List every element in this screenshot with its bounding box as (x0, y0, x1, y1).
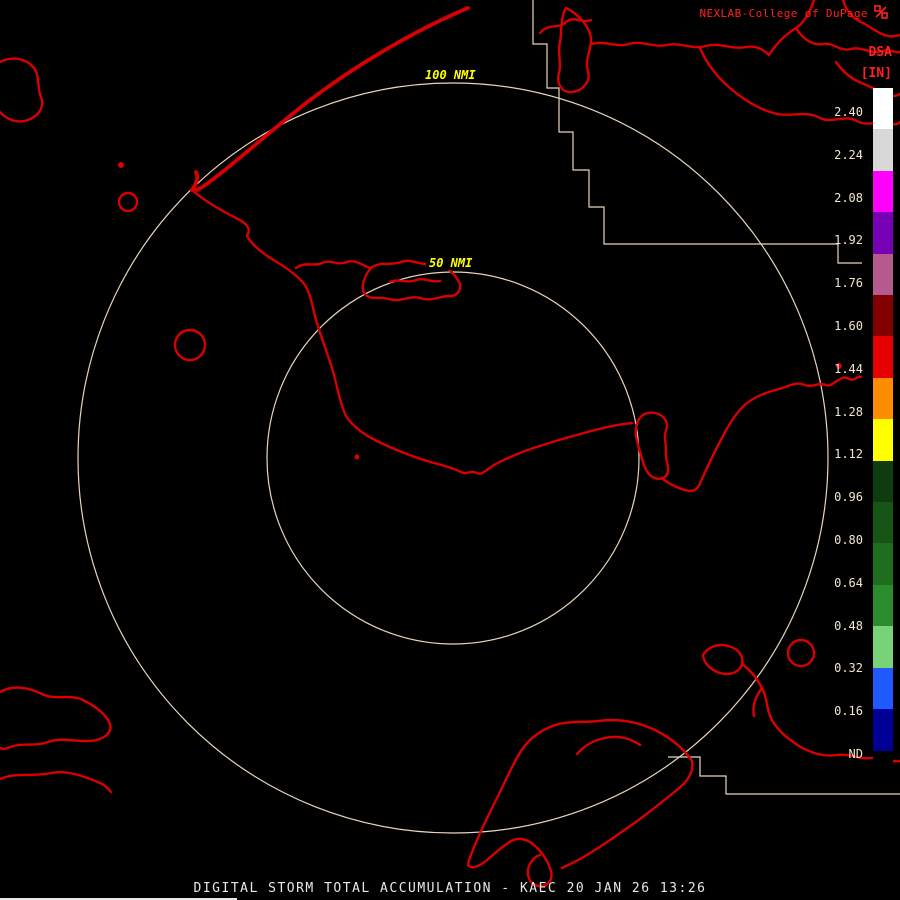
radar-display: 100 NMI 50 NMI NEXLAB-College of DuPage … (0, 0, 900, 900)
colorbar-tick-label: 0.64 (834, 576, 863, 590)
units-label: [IN] (861, 63, 892, 84)
coastline-north-arc (192, 8, 468, 190)
colorbar-tick-label: 2.40 (834, 105, 863, 119)
colorbar-cell (873, 254, 893, 295)
colorbar-tick-label: 0.80 (834, 533, 863, 547)
lake-outline-large (175, 330, 205, 360)
range-ring-50-label: 50 NMI (426, 256, 475, 270)
nexlab-logo-icon (874, 5, 888, 22)
river-top-2 (592, 43, 769, 55)
zone-boundary-line-north (533, 0, 862, 263)
colorbar-tick-label: 2.24 (834, 148, 863, 162)
colorbar-tick-label: 1.92 (834, 233, 863, 247)
brand-text: NEXLAB-College of DuPage (699, 7, 868, 20)
colorbar-cell (873, 751, 893, 792)
colorbar-cell (873, 171, 893, 212)
colorbar-cell (873, 709, 893, 750)
coastline-bottomleft-2 (0, 772, 111, 792)
colorbar-tick-label: 0.32 (834, 661, 863, 675)
colorbar-cell (873, 461, 893, 502)
header-brand-row: NEXLAB-College of DuPage (699, 5, 888, 22)
lake-outline-small (119, 193, 137, 211)
color-scale-bar (873, 88, 893, 792)
colorbar-tick-label: 0.96 (834, 490, 863, 504)
range-ring-100-label: 100 NMI (422, 68, 479, 82)
colorbar-cell (873, 336, 893, 377)
colorbar-cell (873, 378, 893, 419)
colorbar-cell (873, 419, 893, 460)
color-scale-labels: 2.40 2.24 2.08 1.92 1.76 1.60 1.44 1.28 1.12 0.96… (819, 105, 863, 761)
colorbar-cell (873, 585, 893, 626)
colorbar-tick-label: 2.08 (834, 191, 863, 205)
range-ring-100 (78, 83, 828, 833)
colorbar-cell (873, 502, 893, 543)
colorbar-tick-label: 0.48 (834, 619, 863, 633)
product-meta: DSA [IN] (861, 42, 892, 84)
colorbar-tick-label: ND (849, 747, 863, 761)
lake-outline-southeast (788, 640, 814, 666)
coastline-south-landmass (468, 720, 692, 886)
coastline-bottomleft-1 (0, 688, 111, 749)
product-title: DIGITAL STORM TOTAL ACCUMULATION - KAEC … (0, 881, 900, 896)
coastline-south-landmass-east (562, 761, 692, 868)
coastline-southeast-loop (703, 645, 742, 674)
colorbar-tick-label: 1.60 (834, 319, 863, 333)
coastline-lagoon-inner (390, 279, 440, 282)
colorbar-cell (873, 626, 893, 667)
map-dot-west (118, 162, 124, 168)
colorbar-cell (873, 129, 893, 170)
coastline-layer (0, 0, 900, 886)
colorbar-tick-label: 1.76 (834, 276, 863, 290)
colorbar-cell (873, 295, 893, 336)
coastline-lagoon-west (296, 261, 370, 268)
colorbar-cell (873, 88, 893, 129)
product-code-label: DSA (861, 42, 892, 63)
colorbar-tick-label: 1.28 (834, 405, 863, 419)
colorbar-cell (873, 212, 893, 253)
coastline-southeast-spur (753, 688, 762, 716)
coastline-south-landmass-inner (577, 737, 640, 754)
colorbar-tick-label: 1.44 (834, 362, 863, 376)
map-dot-center (355, 455, 360, 460)
colorbar-cell (873, 668, 893, 709)
radar-map-canvas (0, 0, 900, 900)
range-ring-50 (267, 272, 639, 644)
coastline-island (636, 413, 668, 479)
colorbar-cell (873, 543, 893, 584)
zone-boundary-line-south (668, 757, 900, 794)
colorbar-tick-label: 0.16 (834, 704, 863, 718)
coastline-topleft-blob (0, 59, 42, 122)
coastline-main-south (193, 191, 632, 474)
colorbar-tick-label: 1.12 (834, 447, 863, 461)
